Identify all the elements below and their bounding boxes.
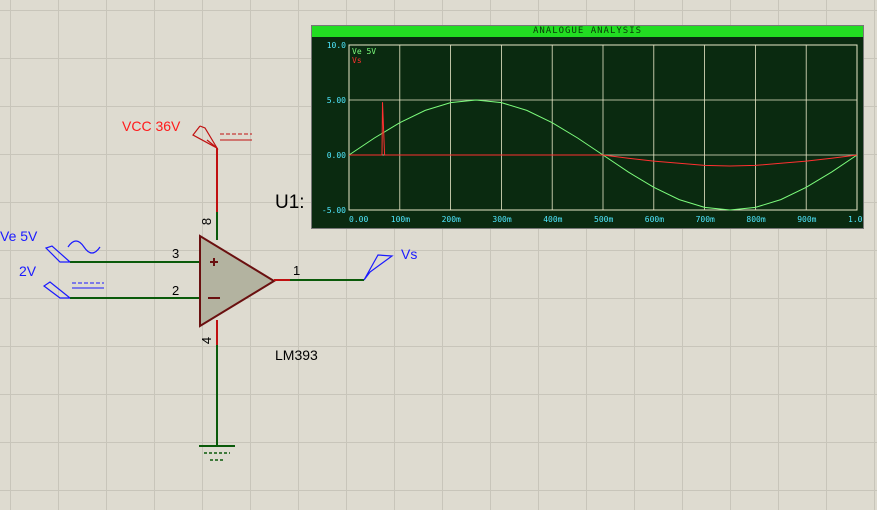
x-tick-label: 0.00 xyxy=(349,215,368,224)
x-tick-label: 100m xyxy=(391,215,410,224)
x-tick-label: 500m xyxy=(594,215,613,224)
pin-2-label: 2 xyxy=(172,283,180,298)
vcc-terminal-icon[interactable] xyxy=(192,125,252,150)
graph-grid xyxy=(348,44,858,211)
legend-entry: Ve 5V xyxy=(352,47,376,56)
part-name[interactable]: LM393 xyxy=(275,347,318,363)
x-tick-label: 300m xyxy=(492,215,511,224)
pin-1-label: 1 xyxy=(293,263,301,278)
ve-terminal-icon[interactable] xyxy=(44,240,101,263)
vcc-label: VCC 36V xyxy=(122,118,181,134)
graph-plot: 10.05.000.00-5.00 0.00 100m 200m 300m 400m 50… xyxy=(322,41,863,224)
ref-label: 2V xyxy=(19,263,37,279)
x-tick-label: 600m xyxy=(645,215,664,224)
x-tick-label: 400m xyxy=(543,215,562,224)
analogue-analysis-graph[interactable]: ANALOGUE ANALYSIS 10.0 5.00 0.00 -5.00 0.00… xyxy=(311,25,864,229)
pin-4-label: 4 xyxy=(199,336,215,345)
y-axis-ticks: 10.0 5.00 0.00 -5.00 xyxy=(322,41,346,215)
x-tick-label: 700m xyxy=(696,215,715,224)
x-axis-ticks: 0.00 100m 200m 300m 400m 500m 600m 700m 800m 900m… xyxy=(349,215,863,224)
ref-terminal-icon[interactable] xyxy=(42,281,104,299)
y-tick-label: -5.00 xyxy=(322,206,346,215)
ve-label: Ve 5V xyxy=(0,228,38,244)
pin-3-label: 3 xyxy=(172,246,180,261)
x-tick-label: 900m xyxy=(797,215,816,224)
ground-icon[interactable] xyxy=(199,445,235,461)
x-tick-label: 800m xyxy=(746,215,765,224)
legend-entry: Vs xyxy=(352,56,362,65)
graph-legend: Ve 5VVs xyxy=(352,47,376,65)
y-tick-label: 10.0 xyxy=(327,41,346,50)
vs-terminal-icon[interactable] xyxy=(363,254,394,281)
comparator-symbol-icon[interactable] xyxy=(199,234,276,328)
x-tick-label: 200m xyxy=(442,215,461,224)
pin-8-label: 8 xyxy=(199,217,215,226)
y-tick-label: 0.00 xyxy=(327,151,346,160)
part-reference[interactable]: U1: xyxy=(275,192,305,214)
out-label: Vs xyxy=(401,246,418,262)
x-tick-label: 1.00 xyxy=(848,215,863,224)
y-tick-label: 5.00 xyxy=(327,96,346,105)
